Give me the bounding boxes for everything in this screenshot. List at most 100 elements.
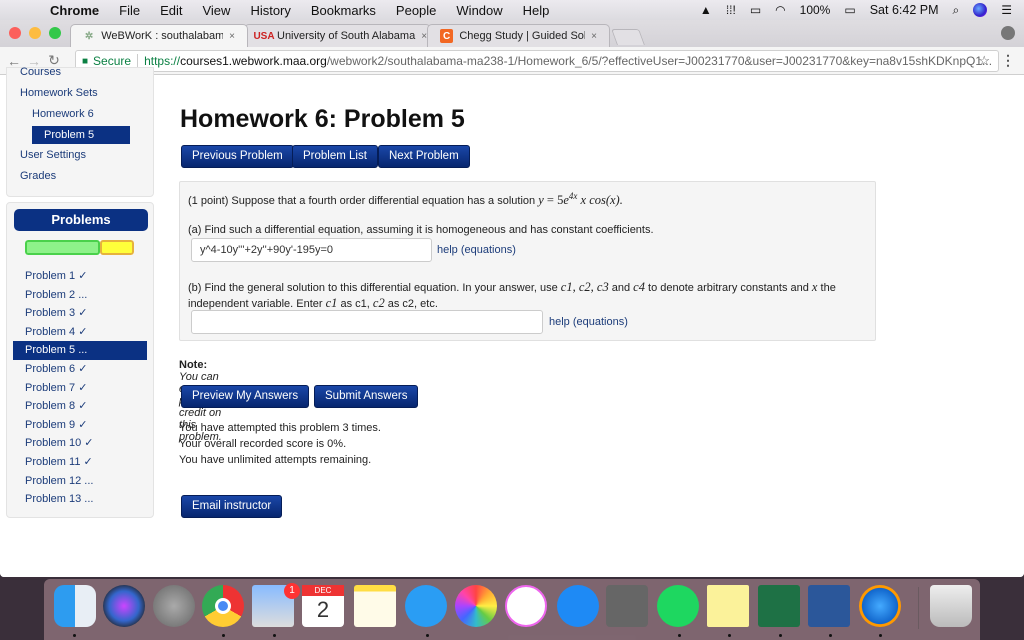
battery-icon[interactable]: ▭ [844,3,855,17]
usa-logo-icon: USA [253,30,275,42]
previous-problem-button[interactable]: Previous Problem [181,145,294,168]
tab-south-alabama[interactable]: USA University of South Alabama × [244,24,431,47]
window-controls [9,27,61,39]
excel-icon[interactable] [758,585,800,627]
answer-a-input[interactable] [191,238,432,262]
math-c1: c1 [325,296,338,310]
help-equations-link-a[interactable]: help (equations) [437,244,516,256]
problem-list-item[interactable]: Problem 7 ✓ [7,379,155,398]
notes-icon[interactable] [354,585,396,627]
spotlight-search-icon[interactable]: ⌕ [953,3,960,18]
activity-monitor-icon[interactable]: ⁞⁞! [726,3,736,17]
problem-list-button[interactable]: Problem List [292,145,378,168]
problem-box: (1 point) Suppose that a fourth order di… [179,181,876,341]
menu-people[interactable]: People [396,3,436,18]
trash-icon[interactable] [930,585,972,627]
drive-upload-icon[interactable]: ▲ [700,3,712,17]
siri-dock-icon[interactable] [103,585,145,627]
menu-view[interactable]: View [202,3,230,18]
running-indicator [678,634,681,637]
airplay-icon[interactable]: ▭ [750,3,761,17]
close-tab-icon[interactable]: × [223,31,235,42]
browser-window: ✲ WeBWorK : southalabama-ma2 × USA Unive… [0,20,1024,577]
url-scheme: https:// [144,54,181,68]
calendar-day: 2 [316,597,330,622]
nav-problem-5[interactable]: Problem 5 [32,126,130,144]
menu-bookmarks[interactable]: Bookmarks [311,3,376,18]
mail-badge: 1 [284,583,300,599]
new-tab-button[interactable] [611,29,645,45]
part-b-prompt: (b) Find the general solution to this di… [188,280,836,295]
problem-list-item[interactable]: Problem 2 ... [7,286,155,305]
close-tab-icon[interactable]: × [415,31,427,42]
messages-icon[interactable] [405,585,447,627]
answer-b-input[interactable] [191,310,543,334]
word-icon[interactable] [808,585,850,627]
app-store-icon[interactable] [557,585,599,627]
math-exponent: 4x [568,191,578,201]
bookmark-star-icon[interactable]: ☆ [978,53,990,69]
submit-answers-button[interactable]: Submit Answers [314,385,419,408]
problem-list-item[interactable]: Problem 9 ✓ [7,416,155,435]
problem-list-item[interactable]: Problem 8 ✓ [7,397,155,416]
progress-correct [25,240,100,255]
problem-list-item[interactable]: Problem 4 ✓ [7,323,155,342]
tab-webwork[interactable]: ✲ WeBWorK : southalabama-ma2 × [70,24,248,47]
itunes-icon[interactable] [505,585,547,627]
part-b-text: as c1, [337,298,373,310]
chrome-dock-icon[interactable] [202,585,244,627]
zoom-window-button[interactable] [49,27,61,39]
problem-list-item[interactable]: Problem 5 ... [13,341,147,360]
spotify-icon[interactable] [657,585,699,627]
launchpad-icon[interactable] [153,585,195,627]
problem-list-item[interactable]: Problem 6 ✓ [7,360,155,379]
tab-chegg[interactable]: C Chegg Study | Guided Solution × [427,24,610,47]
menu-help[interactable]: Help [523,3,550,18]
system-preferences-icon[interactable] [606,585,648,627]
problem-list-item[interactable]: Problem 3 ✓ [7,304,155,323]
math-eq: = 5 [543,193,564,208]
progress-partial [100,240,134,255]
problem-list-item[interactable]: Problem 1 ✓ [7,267,155,286]
attempts-status: You have attempted this problem 3 times. [179,422,381,434]
profile-icon[interactable] [1001,26,1015,40]
problem-list-item[interactable]: Problem 11 ✓ [7,453,155,472]
problem-list-item[interactable]: Problem 13 ... [7,490,155,509]
clock[interactable]: Sat 6:42 PM [870,3,939,17]
math-c2: c2 [372,296,385,310]
menu-history[interactable]: History [250,3,290,18]
menu-file[interactable]: File [119,3,140,18]
chegg-icon: C [440,29,454,43]
photos-icon[interactable] [455,585,497,627]
menu-window[interactable]: Window [456,3,502,18]
nav-user-settings[interactable]: User Settings [20,149,86,161]
nav-homework-6[interactable]: Homework 6 [32,108,94,120]
close-window-button[interactable] [9,27,21,39]
next-problem-button[interactable]: Next Problem [378,145,470,168]
earth-icon[interactable] [859,585,901,627]
siri-icon[interactable] [973,3,988,17]
notification-center-icon[interactable]: ☰ [1001,3,1012,17]
email-instructor-button[interactable]: Email instructor [181,495,283,518]
chrome-menu-icon[interactable]: ⋮ [1001,52,1015,69]
problem-list-item[interactable]: Problem 12 ... [7,472,155,491]
calendar-icon[interactable]: DEC 2 [302,585,344,627]
problem-list-item[interactable]: Problem 10 ✓ [7,434,155,453]
nav-grades[interactable]: Grades [20,170,56,182]
menu-app-chrome[interactable]: Chrome [50,3,99,18]
wifi-icon[interactable]: ◠ [775,3,785,17]
battery-percent[interactable]: 100% [800,3,831,17]
stickies-icon[interactable] [707,585,749,627]
minimize-window-button[interactable] [29,27,41,39]
nav-homework-sets[interactable]: Homework Sets [20,87,98,99]
finder-icon[interactable] [54,585,96,627]
nav-courses[interactable]: Courses [20,66,61,78]
help-equations-link-b[interactable]: help (equations) [549,316,628,328]
close-tab-icon[interactable]: × [585,31,597,42]
address-bar[interactable]: ■ Secure https:// courses1.webwork.maa.o… [75,50,999,72]
menu-edit[interactable]: Edit [160,3,182,18]
running-indicator [426,634,429,637]
part-b-text: the [817,282,836,294]
running-indicator [73,634,76,637]
preview-answers-button[interactable]: Preview My Answers [181,385,310,408]
